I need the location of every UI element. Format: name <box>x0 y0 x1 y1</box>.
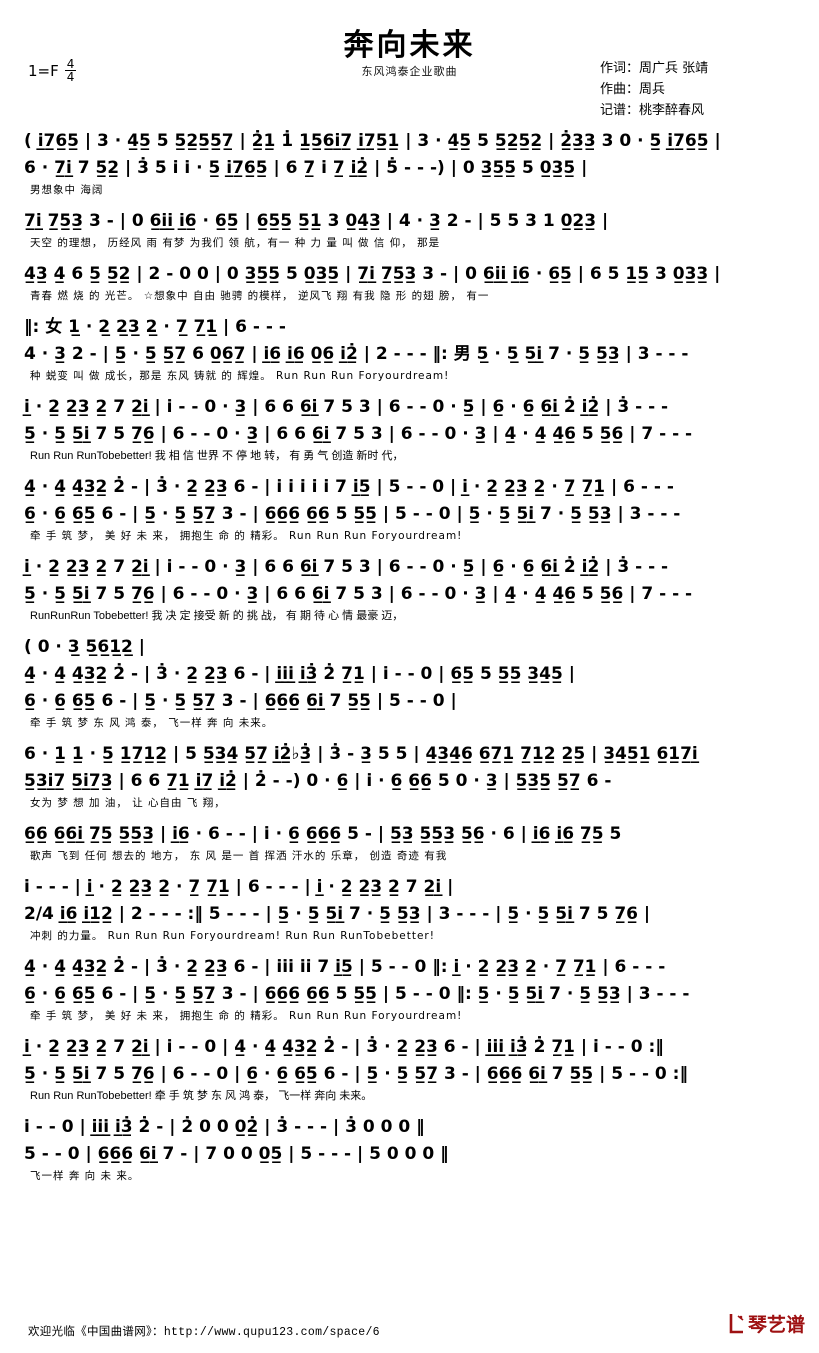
lyric-line: 男想象中 海阔 <box>30 184 104 196</box>
system-gap <box>0 1105 819 1114</box>
system-gap <box>0 1185 819 1194</box>
notation-line: i̲ · 2̲ 2̲3̲ 2̲ 7 2̲i̲ | i̇ - - 0 · 3̲ |… <box>24 557 669 577</box>
sheet-music-page: 奔向未来 东风鸿泰企业歌曲 1=F 4 4 作词：周广兵 张靖 作曲：周兵 记谱… <box>0 0 819 1353</box>
lyric-line: Run Run RunTobebetter! 我 相 信 世界 不 停 地 转，… <box>30 450 404 462</box>
lyric-line: 女为 梦 想 加 油， 让 心自由 飞 翔， <box>30 797 226 809</box>
system-gap <box>0 545 819 554</box>
notation-line: i̇ - - - | i̲ · 2̲ 2̲3̲ 2̲ · 7̲ 7̲1̲ | 6… <box>24 877 454 897</box>
notation-line: ( i̲7̲6̲5̲ | 3 · 4̲5̲ 5 5̲2̲5̲5̲7̲ | 2̲̇… <box>24 131 721 151</box>
logo-mark-icon <box>729 1313 746 1334</box>
lyric-line: Run Run RunTobebetter! 牵 手 筑 梦 东 风 鸿 泰， … <box>30 1090 373 1102</box>
credit-transcriber: 记谱：桃李醉春风 <box>600 103 705 118</box>
system-gap <box>0 465 819 474</box>
lyric-line: 牵 手 筑 梦 东 风 鸿 泰， 飞一样 奔 向 未来。 <box>30 717 274 729</box>
footer-credit: 欢迎光临《中国曲谱网》：http://www.qupu123.com/space… <box>28 1326 380 1339</box>
notation-line: 4̲ · 4̲ 4̲3̲2̲ 2̇ - | 3̇ · 2̲ 2̲3̲ 6 - |… <box>24 477 674 497</box>
system-gap <box>0 1025 819 1034</box>
notation-line: 5̲ · 5̲ 5̲i̲̇ 7 5 7̲6̲ | 6 - - 0 · 3̲ | … <box>24 584 693 604</box>
notation-line: 4̲ · 4̲ 4̲3̲2̲ 2̇ - | 3̇ · 2̲ 2̲3̲ 6 - |… <box>24 957 666 977</box>
system-gap <box>0 732 819 741</box>
notation-line: i̲ · 2̲ 2̲3̲ 2̲ 7 2̲i̲ | i̇ - - 0 | 4̲ ·… <box>24 1037 664 1057</box>
lyric-line: 牵 手 筑 梦， 美 好 未 来， 拥抱生 命 的 精彩。 Run Run Ru… <box>30 1010 463 1022</box>
lyric-line: 天空 的理想， 历经风 雨 有梦 为我们 领 航，有一 种 力 量 叫 做 信 … <box>30 237 441 249</box>
site-logo: 琴艺谱 <box>729 1310 805 1337</box>
system-gap <box>0 865 819 874</box>
notation-line: 6̲6̲ 6̲6̲i̲ 7̲5̲ 5̲5̲3̲ | i̲6̲ · 6 - - |… <box>24 824 622 844</box>
notation-line: 6 · 1̲ 1̲ · 5̲ 1̲7̲1̲2̲ | 5 5̲3̲4̲ 5̲7̲ … <box>24 744 698 764</box>
lyric-line: 歌声 飞到 任何 想去的 地方， 东 风 是一 首 挥洒 汗水的 乐章， 创造 … <box>30 850 448 862</box>
notation-line: 6 · 7̲i̲ 7 5̲2̲ | 3̇ 5 i̇ i̇ · 5̲ i̲7̲6̲… <box>24 158 588 178</box>
notation-line: 5 - - 0 | 6̲6̲6̲ 6̲i̲ 7 - | 7 0 0 0̲5̲ |… <box>24 1144 449 1164</box>
system-gap <box>0 199 819 208</box>
lyric-line: RunRunRun Tobebetter! 我 决 定 接受 新 的 挑 战， … <box>30 610 404 622</box>
system-gap <box>0 385 819 394</box>
system-gap <box>0 252 819 261</box>
credit-composer: 作曲：周兵 <box>600 82 666 97</box>
notation-line: 7̲i̲ 7̲5̲3̲ 3 - | 0 6̲i̲i̲ i̲6̲ · 6̲5̲ |… <box>24 211 609 231</box>
notation-line: 6̲ · 6̲ 6̲5̲ 6 - | 5̲ · 5̲ 5̲7̲ 3 - | 6̲… <box>24 984 690 1004</box>
system-gap <box>0 945 819 954</box>
time-signature: 4 4 <box>64 58 77 84</box>
key-and-meter: 1=F 4 4 <box>28 58 77 84</box>
lyric-line: 牵 手 筑 梦， 美 好 未 来， 拥抱生 命 的 精彩。 Run Run Ru… <box>30 530 463 542</box>
notation-line: 2/4 i̲6̲ i̲1̲2̲ | 2 - - - :‖ 5 - - - | 5… <box>24 904 651 924</box>
notation-line: 4 · 3̲ 2 - | 5̲ · 5̲ 5̲7̲ 6 0̲6̲7̲ | i̲̇… <box>24 344 689 364</box>
system-gap <box>0 812 819 821</box>
notation-line: 5̲ · 5̲ 5̲i̲̇ 7 5 7̲6̲ | 6 - - 0 · 3̲ | … <box>24 424 693 444</box>
score-body: ( i̲7̲6̲5̲ | 3 · 4̲5̲ 5 5̲2̲5̲5̲7̲ | 2̲̇… <box>0 128 819 1194</box>
lyric-line: 飞一样 奔 向 未 来。 <box>30 1170 140 1182</box>
logo-text: 琴艺谱 <box>747 1314 805 1336</box>
meter-denominator: 4 <box>66 70 75 84</box>
key-signature: 1=F <box>28 61 59 80</box>
lyric-line: 种 蜕变 叫 做 成长，那是 东风 铸就 的 辉煌。 Run Run Run F… <box>30 370 450 382</box>
credit-lyricist: 作词：周广兵 张靖 <box>600 61 709 76</box>
system-gap <box>0 625 819 634</box>
notation-line: 6̲ · 6̲ 6̲5̲ 6 - | 5̲ · 5̲ 5̲7̲ 3 - | 6̲… <box>24 504 681 524</box>
credits: 作词：周广兵 张靖 作曲：周兵 记谱：桃李醉春风 <box>600 58 708 121</box>
notation-line: 4̲3̲ 4̲ 6 5̲ 5̲2̲ | 2 - 0 0 | 0 3̲5̲5̲ 5… <box>24 264 721 284</box>
lyric-line: 青春 燃 烧 的 光芒。 ☆想象中 自由 驰骋 的模样， 逆风飞 翔 有我 隐 … <box>30 290 490 302</box>
notation-line: i̇ - - 0 | i̲i̲̇i̲̇ i̲3̲̇ 2̇ - | 2̇ 0 0 … <box>24 1117 425 1137</box>
notation-line: i̲ · 2̲ 2̲3̲ 2̲ 7 2̲i̲ | i̇ - - 0 · 3̲ |… <box>24 397 669 417</box>
notation-line: 6̲ · 6̲ 6̲5̲ 6 - | 5̲ · 5̲ 5̲7̲ 3 - | 6̲… <box>24 691 457 711</box>
notation-line: ‖: 女 1̲ · 2̲ 2̲3̲ 2̲ · 7̲ 7̲1̲ | 6 - - - <box>24 317 286 337</box>
system-gap <box>0 305 819 314</box>
notation-line: 5̲3̲i̲7̲ 5̲i̲7̲3̲ | 6 6 7̲1̲ i̲7̲ i̲2̲̇ … <box>24 771 612 791</box>
lyric-line: 冲刺 的力量。 Run Run Run Foryourdream! Run Ru… <box>30 930 435 942</box>
notation-line: 5̲ · 5̲ 5̲i̲̇ 7 5 7̲6̲ | 6 - - 0 | 6̲ · … <box>24 1064 688 1084</box>
notation-line: 4̲ · 4̲ 4̲3̲2̲ 2̇ - | 3̇ · 2̲ 2̲3̲ 6 - |… <box>24 664 575 684</box>
notation-line: ( 0 · 3̲ 5̲6̲1̲2̲ | <box>24 637 146 657</box>
